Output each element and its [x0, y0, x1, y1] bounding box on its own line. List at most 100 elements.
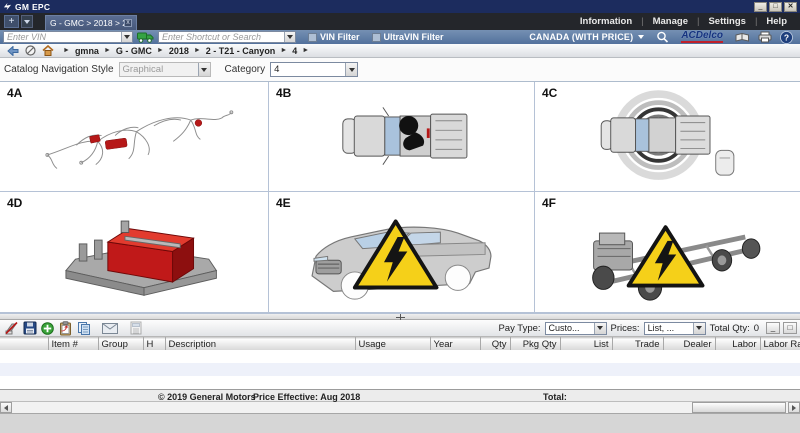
copy-button[interactable]: [75, 321, 92, 336]
home-button[interactable]: [42, 45, 54, 56]
panel-maximize-button[interactable]: □: [783, 322, 797, 334]
breadcrumb-item-gmna[interactable]: gmna: [72, 46, 102, 56]
shortcut-search-input[interactable]: [159, 32, 284, 42]
email-button[interactable]: [101, 321, 118, 336]
history-button[interactable]: [25, 45, 36, 56]
window-minimize-button[interactable]: _: [754, 2, 767, 12]
vin-decode-button[interactable]: [136, 31, 154, 44]
col-description[interactable]: Description: [165, 338, 355, 351]
tab-close-icon[interactable]: x: [124, 19, 132, 27]
print-button[interactable]: [758, 31, 772, 43]
window-close-button[interactable]: ✕: [784, 2, 797, 12]
category-cell-4B[interactable]: 4B: [269, 82, 535, 192]
catalog-books-icon: [735, 32, 750, 43]
title-bar: GM EPC _ □ ✕: [0, 0, 800, 13]
catalog-style-select[interactable]: Graphical: [119, 62, 211, 77]
copyright-text: © 2019 General Motors: [158, 392, 256, 402]
scrollbar-thumb[interactable]: [692, 402, 786, 413]
col-item[interactable]: Item #: [48, 338, 98, 351]
vin-input-group: [3, 31, 133, 43]
category-cell-4C[interactable]: 4C: [535, 82, 800, 192]
col-pkg-qty[interactable]: Pkg Qty: [510, 338, 560, 351]
home-icon: [42, 45, 54, 56]
region-select[interactable]: CANADA (WITH PRICE): [529, 32, 633, 42]
catalog-button[interactable]: [735, 32, 750, 43]
paste-export-button[interactable]: [57, 321, 74, 336]
vin-input[interactable]: [4, 32, 121, 42]
paste-export-icon: [59, 321, 73, 336]
triangle-left-icon: [4, 405, 8, 411]
prices-select[interactable]: List, ...: [644, 322, 706, 335]
active-tab[interactable]: G - GMC > 2018 > 2... x: [45, 15, 137, 30]
horizontal-scrollbar[interactable]: [0, 402, 800, 414]
chevron-down-icon: [24, 20, 30, 24]
vin-filter-checkbox[interactable]: VIN Filter: [308, 32, 360, 42]
pricing-controls: Pay Type: Custo... Prices: List, ... Tot…: [494, 322, 797, 335]
breadcrumb-item-year[interactable]: 2018: [166, 46, 192, 56]
help-button[interactable]: ?: [780, 31, 793, 44]
category-grid: 4A: [0, 82, 800, 313]
pay-type-select[interactable]: Custo...: [545, 322, 607, 335]
add-item-button[interactable]: [39, 321, 56, 336]
pay-type-label: Pay Type:: [498, 323, 540, 334]
category-cell-label: 4E: [276, 196, 291, 210]
clear-parts-list-button[interactable]: [3, 321, 20, 336]
category-cell-4E[interactable]: 4E: [269, 192, 535, 313]
search-button[interactable]: [656, 31, 669, 44]
active-tab-label: G - GMC > 2018 > 2...: [50, 18, 124, 28]
col-qty[interactable]: Qty: [480, 338, 510, 351]
col-dealer[interactable]: Dealer: [663, 338, 715, 351]
vin-filter-label: VIN Filter: [320, 32, 360, 42]
history-icon: [25, 45, 36, 56]
ultravin-filter-checkbox[interactable]: UltraVIN Filter: [372, 32, 444, 42]
menu-help[interactable]: Help: [757, 16, 796, 27]
panel-splitter[interactable]: [0, 313, 800, 320]
parts-toolbar: Pay Type: Custo... Prices: List, ... Tot…: [0, 320, 800, 337]
truck-body-high-voltage-image: [269, 192, 534, 312]
window-maximize-button[interactable]: □: [769, 2, 782, 12]
col-group[interactable]: Group: [98, 338, 143, 351]
save-button[interactable]: [21, 321, 38, 336]
col-select[interactable]: [0, 338, 48, 351]
back-button[interactable]: [7, 46, 19, 56]
scroll-left-button[interactable]: [0, 402, 12, 413]
chevron-down-icon: [287, 35, 293, 39]
category-cell-4A[interactable]: 4A: [0, 82, 269, 192]
col-h[interactable]: H: [143, 338, 165, 351]
col-year[interactable]: Year: [430, 338, 480, 351]
new-tab-button[interactable]: +: [4, 15, 19, 28]
category-cell-4D[interactable]: 4D: [0, 192, 269, 313]
clear-parts-list-icon: [4, 321, 19, 335]
breadcrumb-item-category[interactable]: 4: [289, 46, 300, 56]
shortcut-search-group: [158, 31, 296, 43]
parts-table-body[interactable]: [0, 350, 800, 389]
col-list[interactable]: List: [560, 338, 612, 351]
breadcrumb-item-model[interactable]: 2 - T21 - Canyon: [203, 46, 279, 56]
col-labor-rate[interactable]: Labor Rate: [760, 338, 800, 351]
acdelco-logo[interactable]: ACDelco: [681, 31, 723, 43]
category-cell-label: 4B: [276, 86, 291, 100]
menu-information[interactable]: Information: [571, 16, 641, 27]
vin-dropdown-button[interactable]: [121, 32, 132, 42]
category-cell-4F[interactable]: 4F: [535, 192, 800, 313]
col-usage[interactable]: Usage: [355, 338, 430, 351]
category-cell-label: 4F: [542, 196, 556, 210]
col-trade[interactable]: Trade: [612, 338, 663, 351]
category-select[interactable]: 4: [270, 62, 358, 77]
panel-minimize-button[interactable]: _: [766, 322, 780, 334]
menu-manage[interactable]: Manage: [644, 16, 697, 27]
scroll-right-button[interactable]: [788, 402, 800, 413]
menu-settings[interactable]: Settings: [699, 16, 754, 27]
triangle-right-icon: [792, 405, 796, 411]
help-icon: ?: [780, 31, 793, 44]
pay-type-value: Custo...: [546, 323, 594, 334]
category-label: Category: [225, 64, 266, 75]
chevron-down-icon[interactable]: [638, 35, 644, 39]
breadcrumb-item-make[interactable]: G - GMC: [113, 46, 155, 56]
total-qty-label: Total Qty:: [710, 323, 750, 334]
tab-list-dropdown-button[interactable]: [21, 15, 33, 28]
search-dropdown-button[interactable]: [284, 32, 295, 42]
gm-epc-window: GM EPC _ □ ✕ + G - GMC > 2018 > 2... x I…: [0, 0, 800, 433]
report-button[interactable]: [127, 321, 144, 336]
col-labor[interactable]: Labor: [715, 338, 760, 351]
